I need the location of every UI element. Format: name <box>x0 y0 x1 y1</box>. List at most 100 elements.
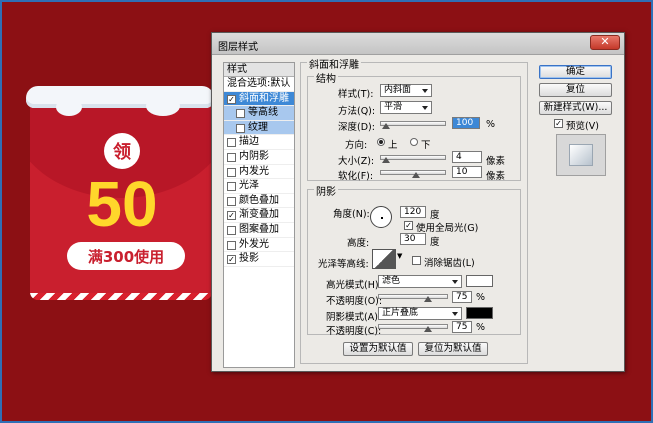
coupon-amount: 50 <box>86 168 158 240</box>
coupon-condition: 满300使用 <box>67 242 185 270</box>
chevron-down-icon[interactable]: ▼ <box>397 252 402 260</box>
highlight-mode-label: 高光模式(H): <box>326 280 382 291</box>
size-slider-thumb[interactable] <box>382 157 391 163</box>
highlight-color-swatch[interactable] <box>466 275 493 287</box>
style-item-label: 投影 <box>239 253 259 265</box>
preview-checkbox[interactable]: ✓ <box>554 119 563 128</box>
style-item-label: 图案叠加 <box>239 223 279 235</box>
style-item[interactable]: 混合选项:默认 <box>224 77 294 92</box>
style-label: 样式(T): <box>338 89 374 100</box>
style-item-label: 光泽 <box>239 180 259 192</box>
shadow-opacity-thumb[interactable] <box>424 326 432 332</box>
styles-list: 样式 混合选项:默认 ✓ 斜面和浮雕 等高线 纹理 描边 内阴影 内发光 光泽 颜色叠加 ✓ 渐变叠加… <box>223 62 295 368</box>
style-item-checkbox[interactable] <box>227 182 236 192</box>
direction-up-radio[interactable] <box>377 138 385 146</box>
style-item[interactable]: ✓ 渐变叠加 <box>224 208 294 223</box>
depth-slider[interactable] <box>380 121 446 129</box>
chevron-down-icon <box>452 280 458 284</box>
style-preview-thumbnail <box>556 134 606 176</box>
gloss-contour-label: 光泽等高线: <box>318 259 369 270</box>
style-item[interactable]: 内阴影 <box>224 150 294 165</box>
style-item-checkbox[interactable] <box>227 152 236 162</box>
style-item-checkbox[interactable]: ✓ <box>227 255 236 265</box>
shadow-opacity-slider[interactable] <box>378 324 448 332</box>
structure-group: 结构 样式(T): 内斜面 方法(Q): 平滑 深度(D): 100 % 方向:… <box>307 70 521 182</box>
highlight-mode-select[interactable]: 滤色 <box>378 275 462 288</box>
depth-label: 深度(D): <box>338 122 375 133</box>
style-item-checkbox[interactable]: ✓ <box>227 94 236 104</box>
style-select[interactable]: 内斜面 <box>380 84 432 97</box>
style-item-checkbox[interactable]: ✓ <box>227 211 236 221</box>
shadow-mode-label: 阴影模式(A): <box>326 312 382 323</box>
dialog-titlebar[interactable]: 图层样式 ✕ <box>212 33 624 55</box>
style-item[interactable]: 外发光 <box>224 238 294 253</box>
shading-title: 阴影 <box>314 183 338 198</box>
style-preview-swatch <box>569 144 593 166</box>
size-label: 大小(Z): <box>338 156 375 167</box>
angle-input[interactable]: 120 <box>400 206 426 218</box>
style-select-value: 内斜面 <box>384 85 412 95</box>
anti-aliased-checkbox[interactable] <box>412 256 421 265</box>
size-input[interactable]: 4 <box>452 151 482 163</box>
style-item-checkbox[interactable] <box>227 240 236 250</box>
style-item[interactable]: 纹理 <box>224 120 294 136</box>
style-item[interactable]: 光泽 <box>224 179 294 194</box>
dialog-title: 图层样式 <box>218 42 258 53</box>
depth-unit: % <box>486 119 496 130</box>
highlight-mode-value: 滤色 <box>382 276 401 286</box>
style-item-checkbox[interactable] <box>227 196 236 206</box>
close-button[interactable]: ✕ <box>590 35 620 50</box>
shadow-mode-select[interactable]: 正片叠底 <box>378 307 462 320</box>
shadow-color-swatch[interactable] <box>466 307 493 319</box>
ok-button[interactable]: 确定 <box>539 65 612 79</box>
technique-select[interactable]: 平滑 <box>380 101 432 114</box>
size-slider[interactable] <box>380 155 446 163</box>
style-item-label: 渐变叠加 <box>239 209 279 221</box>
style-item[interactable]: 等高线 <box>224 106 294 121</box>
altitude-input[interactable]: 30 <box>400 233 426 245</box>
highlight-opacity-input[interactable]: 75 <box>452 291 472 303</box>
reset-button[interactable]: 复位 <box>539 83 612 97</box>
style-item-label: 颜色叠加 <box>239 194 279 206</box>
depth-input[interactable]: 100 <box>452 117 480 129</box>
direction-up-label: 上 <box>388 140 398 151</box>
style-item[interactable]: ✓ 投影 <box>224 252 294 267</box>
angle-label: 角度(N): <box>333 209 370 220</box>
shadow-opacity-input[interactable]: 75 <box>452 321 472 333</box>
reset-default-button[interactable]: 复位为默认值 <box>418 342 488 356</box>
style-item-label: 斜面和浮雕 <box>239 92 289 104</box>
global-light-checkbox[interactable]: ✓ <box>404 221 413 230</box>
gloss-contour-picker[interactable] <box>372 249 396 269</box>
direction-down-radio[interactable] <box>410 138 418 146</box>
highlight-opacity-thumb[interactable] <box>424 296 432 302</box>
highlight-opacity-label: 不透明度(O): <box>326 296 383 307</box>
depth-slider-thumb[interactable] <box>382 123 391 129</box>
altitude-unit: 度 <box>430 237 440 248</box>
style-item[interactable]: 颜色叠加 <box>224 194 294 209</box>
style-item-checkbox[interactable] <box>236 109 245 119</box>
style-item-checkbox[interactable] <box>227 138 236 148</box>
style-item[interactable]: 图案叠加 <box>224 223 294 238</box>
style-item[interactable]: 内发光 <box>224 165 294 180</box>
style-item[interactable]: ✓ 斜面和浮雕 <box>224 91 294 107</box>
styles-header: 样式 <box>224 63 294 77</box>
shading-group: 阴影 角度(N): 120 度 ✓ 使用全局光(G) 高度: 30 度 光泽等高… <box>307 183 521 337</box>
style-item-checkbox[interactable] <box>227 167 236 177</box>
make-default-button[interactable]: 设置为默认值 <box>343 342 413 356</box>
style-item[interactable]: 描边 <box>224 135 294 150</box>
new-style-button[interactable]: 新建样式(W)... <box>539 101 612 115</box>
style-item-checkbox[interactable] <box>236 123 245 133</box>
technique-label: 方法(Q): <box>338 106 376 117</box>
soften-input[interactable]: 10 <box>452 166 482 178</box>
style-item-label: 纹理 <box>248 121 268 133</box>
close-icon: ✕ <box>600 35 610 48</box>
highlight-opacity-slider[interactable] <box>378 294 448 302</box>
angle-dial-icon[interactable] <box>370 206 392 228</box>
soften-unit: 像素 <box>486 171 506 182</box>
snow-cap <box>26 86 214 116</box>
style-item-label: 外发光 <box>239 238 269 250</box>
style-item-checkbox[interactable] <box>227 225 236 235</box>
soften-slider-thumb[interactable] <box>411 172 420 178</box>
soften-slider[interactable] <box>380 170 446 178</box>
shadow-mode-value: 正片叠底 <box>382 308 419 318</box>
